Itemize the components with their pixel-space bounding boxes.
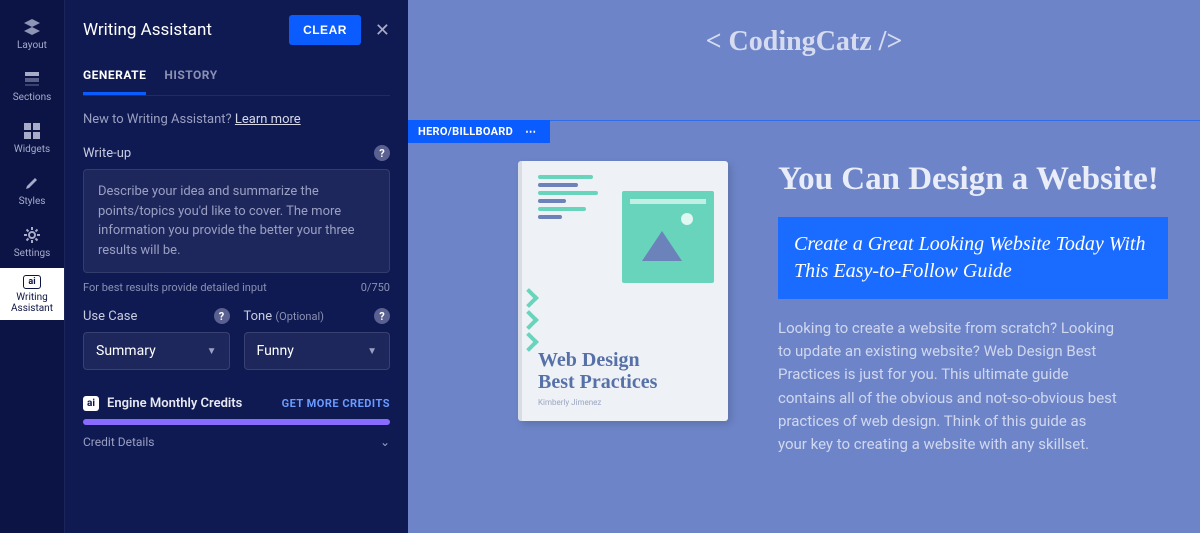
hero-section[interactable]: Web DesignBest Practices Kimberly Jimene… (408, 120, 1200, 533)
nav-styles[interactable]: Styles (0, 164, 64, 216)
brand-logo: < CodingCatz /> (408, 26, 1200, 58)
writing-assistant-panel: Writing Assistant CLEAR ✕ GENERATE HISTO… (64, 0, 408, 533)
credit-progress-bar (83, 419, 390, 425)
credit-details-toggle[interactable]: Credit Details ⌄ (83, 435, 390, 449)
panel-title: Writing Assistant (83, 20, 212, 40)
chevron-down-icon: ▼ (367, 346, 377, 357)
nav-writing-assistant[interactable]: ai Writing Assistant (0, 268, 64, 320)
sections-icon (22, 69, 42, 89)
writeup-label: Write-up (83, 146, 131, 161)
nav-widgets[interactable]: Widgets (0, 112, 64, 164)
left-nav: Layout Sections Widgets Styles Settings … (0, 0, 64, 533)
hero-body-text[interactable]: Looking to create a website from scratch… (778, 317, 1118, 457)
layout-icon (22, 17, 42, 37)
nav-settings[interactable]: Settings (0, 216, 64, 268)
nav-sections[interactable]: Sections (0, 60, 64, 112)
nav-label: Writing Assistant (0, 292, 64, 314)
tone-select[interactable]: Funny ▼ (244, 332, 391, 370)
brush-icon (22, 173, 42, 193)
writeup-input[interactable]: Describe your idea and summarize the poi… (83, 169, 390, 273)
chevron-down-icon: ⌄ (380, 435, 390, 449)
counter-hint: For best results provide detailed input (83, 281, 267, 294)
help-icon[interactable]: ? (374, 145, 390, 161)
widgets-icon (22, 121, 42, 141)
ai-icon: ai (23, 275, 41, 289)
learn-more-link[interactable]: Learn more (235, 112, 301, 127)
clear-button[interactable]: CLEAR (289, 15, 361, 45)
hero-heading[interactable]: You Can Design a Website! (778, 161, 1168, 199)
ai-badge: ai (83, 396, 99, 411)
nav-label: Widgets (14, 144, 50, 155)
page-canvas[interactable]: < CodingCatz /> HERO/BILLBOARD ⋯ Web Des… (408, 0, 1200, 533)
help-icon[interactable]: ? (214, 308, 230, 324)
tab-generate[interactable]: GENERATE (83, 68, 146, 95)
nav-label: Settings (14, 248, 51, 259)
gear-icon (22, 225, 42, 245)
chevron-down-icon: ▼ (207, 346, 217, 357)
usecase-label: Use Case (83, 309, 137, 324)
panel-tabs: GENERATE HISTORY (83, 68, 390, 96)
usecase-select[interactable]: Summary ▼ (83, 332, 230, 370)
nav-label: Sections (13, 92, 52, 103)
close-icon[interactable]: ✕ (375, 20, 390, 41)
tone-label: Tone (244, 309, 273, 324)
help-icon[interactable]: ? (374, 308, 390, 324)
nav-label: Styles (19, 196, 46, 207)
get-more-credits-link[interactable]: GET MORE CREDITS (282, 397, 390, 410)
credits-label: Engine Monthly Credits (107, 396, 242, 411)
book-cover-image: Web DesignBest Practices Kimberly Jimene… (518, 161, 728, 421)
hint-text: New to Writing Assistant? Learn more (83, 112, 390, 127)
tab-history[interactable]: HISTORY (164, 68, 217, 95)
nav-layout[interactable]: Layout (0, 8, 64, 60)
hero-subheading[interactable]: Create a Great Looking Website Today Wit… (778, 217, 1168, 299)
nav-label: Layout (17, 40, 47, 51)
counter-value: 0/750 (361, 281, 390, 294)
